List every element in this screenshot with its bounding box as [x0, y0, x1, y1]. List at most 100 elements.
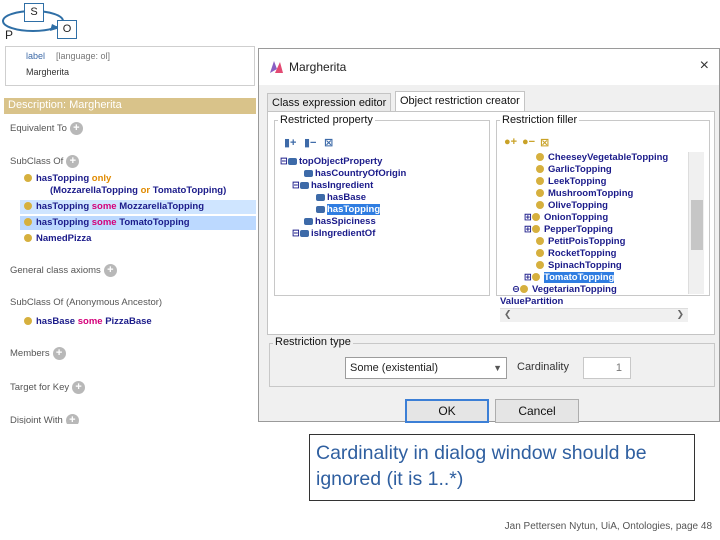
expand-toggle-icon[interactable]: ⊟	[292, 180, 300, 191]
restriction-filler-label: Restriction filler	[500, 114, 580, 126]
class-dot-icon	[536, 249, 544, 258]
class-dot-icon	[536, 237, 544, 246]
axiom-row[interactable]: NamedPizza	[20, 232, 256, 246]
tree-item[interactable]: PetitPoisTopping	[536, 236, 625, 248]
annotation-key: label	[26, 51, 46, 61]
tree-item[interactable]: ⊟ isIngredientOf	[292, 228, 375, 240]
tree-item[interactable]: MushroomTopping	[536, 188, 633, 200]
spo-diagram: S O P	[0, 0, 80, 42]
add-icon[interactable]: +	[69, 122, 83, 135]
tree-item[interactable]: GarlicTopping	[536, 164, 612, 176]
filler-scrollbar-vertical[interactable]	[688, 152, 704, 294]
expand-toggle-icon[interactable]: ⊟	[280, 156, 288, 167]
add-icon[interactable]: +	[66, 155, 80, 168]
add-icon[interactable]: +	[72, 381, 86, 394]
tree-item[interactable]: ⊖ VegetarianTopping	[512, 284, 617, 296]
class-dot-icon	[531, 273, 540, 282]
tree-item[interactable]: hasBase	[316, 192, 366, 204]
cancel-button[interactable]: Cancel	[495, 399, 579, 423]
delete-property-icon[interactable]: ⊠	[324, 136, 333, 149]
tree-item[interactable]: RocketTopping	[536, 248, 616, 260]
tree-item-selected[interactable]: ⊞ TomatoTopping	[524, 272, 615, 284]
spinner-value: 1	[615, 362, 622, 374]
tree-item-label: RocketTopping	[548, 248, 617, 259]
add-subclass-icon[interactable]: ●+	[504, 136, 517, 148]
tab-class-expression-editor[interactable]: Class expression editor	[267, 93, 392, 111]
keyword: some	[91, 217, 117, 228]
tree-item[interactable]: LeekTopping	[536, 176, 606, 188]
class-dot-icon	[536, 177, 544, 186]
scroll-left-icon[interactable]: ❮	[504, 309, 512, 320]
equivalent-to-section: Equivalent To +	[10, 122, 83, 135]
scroll-right-icon[interactable]: ❯	[676, 309, 684, 320]
scrollbar-thumb[interactable]	[691, 200, 703, 250]
expand-toggle-icon[interactable]: ⊟	[292, 228, 300, 239]
class-dot-icon	[536, 261, 544, 270]
disjoint-with-section: Disjoint With +	[10, 414, 79, 424]
select-value: Some (existential)	[350, 362, 439, 374]
expand-toggle-icon[interactable]: ⊖	[512, 284, 520, 295]
section-label: SubClass Of	[10, 156, 64, 168]
expand-toggle-icon[interactable]: ⊞	[524, 212, 532, 223]
class-dot-icon	[24, 317, 32, 326]
class-dot-icon	[531, 213, 540, 222]
tree-item[interactable]: hasSpiciness	[304, 216, 376, 228]
tree-item[interactable]: OliveTopping	[536, 200, 608, 212]
section-label: SubClass Of (Anonymous Ancestor)	[10, 297, 163, 308]
class-name: NamedPizza	[36, 233, 92, 244]
add-icon[interactable]: +	[65, 414, 79, 424]
tree-item-label: topObjectProperty	[298, 156, 383, 167]
cardinality-spinner[interactable]: 1	[583, 357, 631, 379]
tree-item[interactable]: ⊞ OnionTopping	[524, 212, 608, 224]
chevron-down-icon[interactable]: ▼	[493, 358, 502, 378]
tree-item[interactable]: ValuePartition	[500, 296, 563, 308]
property-name: hasTopping	[36, 173, 90, 184]
add-sibling-class-icon[interactable]: ●−	[522, 136, 535, 148]
property-name: hasBase	[36, 316, 76, 327]
tree-item-selected[interactable]: hasTopping	[316, 204, 381, 216]
class-dot-icon	[24, 174, 32, 183]
object-property-icon	[304, 169, 313, 177]
axiom-row[interactable]: hasBase some PizzaBase	[20, 315, 256, 329]
tree-item-label: PetitPoisTopping	[548, 236, 626, 247]
expand-toggle-icon[interactable]: ⊞	[524, 272, 532, 283]
add-icon[interactable]: +	[103, 264, 117, 277]
keyword: or	[140, 185, 151, 196]
filler-scrollbar-horizontal[interactable]: ❮ ❯	[500, 308, 688, 322]
tree-item[interactable]: hasCountryOfOrigin	[304, 168, 406, 180]
class-tree: CheeseyVegetableTopping GarlicTopping Le…	[500, 152, 686, 284]
class-dot-icon	[519, 285, 528, 294]
tab-object-restriction-creator[interactable]: Object restriction creator	[395, 91, 525, 111]
object-property-icon	[287, 157, 297, 165]
delete-class-icon[interactable]: ⊠	[540, 136, 549, 149]
tree-item[interactable]: CheeseyVegetableTopping	[536, 152, 668, 164]
spo-subject: S	[24, 3, 44, 22]
axiom-row-selected[interactable]: hasTopping some TomatoTopping	[20, 216, 256, 230]
ok-button[interactable]: OK	[405, 399, 489, 423]
object-property-icon	[316, 205, 325, 213]
general-class-axioms-section: General class axioms +	[10, 264, 117, 277]
property-name: hasTopping	[36, 217, 90, 228]
expand-toggle-icon[interactable]: ⊞	[524, 224, 532, 235]
tree-item-label: MushroomTopping	[548, 188, 634, 199]
tree-item[interactable]: ⊞ PepperTopping	[524, 224, 613, 236]
class-dot-icon	[536, 165, 544, 174]
tree-item-label: TomatoTopping	[543, 272, 615, 283]
close-icon[interactable]: ×	[700, 57, 709, 75]
remove-property-icon[interactable]: ▮−	[304, 136, 316, 149]
tree-item[interactable]: SpinachTopping	[536, 260, 622, 272]
restriction-type-select[interactable]: Some (existential) ▼	[345, 357, 507, 379]
tree-item-label: hasSpiciness	[315, 216, 376, 227]
axiom-row[interactable]: hasTopping some MozzarellaTopping	[20, 200, 256, 214]
section-label: Equivalent To	[10, 123, 67, 135]
add-subproperty-icon[interactable]: ▮+	[284, 136, 296, 149]
keyword: only	[91, 173, 112, 184]
tree-item[interactable]: ⊟ topObjectProperty	[280, 156, 382, 168]
class-dot-icon	[536, 201, 544, 210]
property-tree: ⊟ topObjectProperty hasCountryOfOrigin ⊟ h…	[280, 156, 486, 292]
class-tree-tail: ⊖ VegetarianTopping ValuePartition	[500, 284, 686, 308]
add-icon[interactable]: +	[52, 347, 66, 360]
class-name: (MozzarellaTopping	[50, 185, 138, 196]
description-title: Description: Margherita	[8, 99, 122, 111]
tree-item[interactable]: ⊟ hasIngredient	[292, 180, 373, 192]
